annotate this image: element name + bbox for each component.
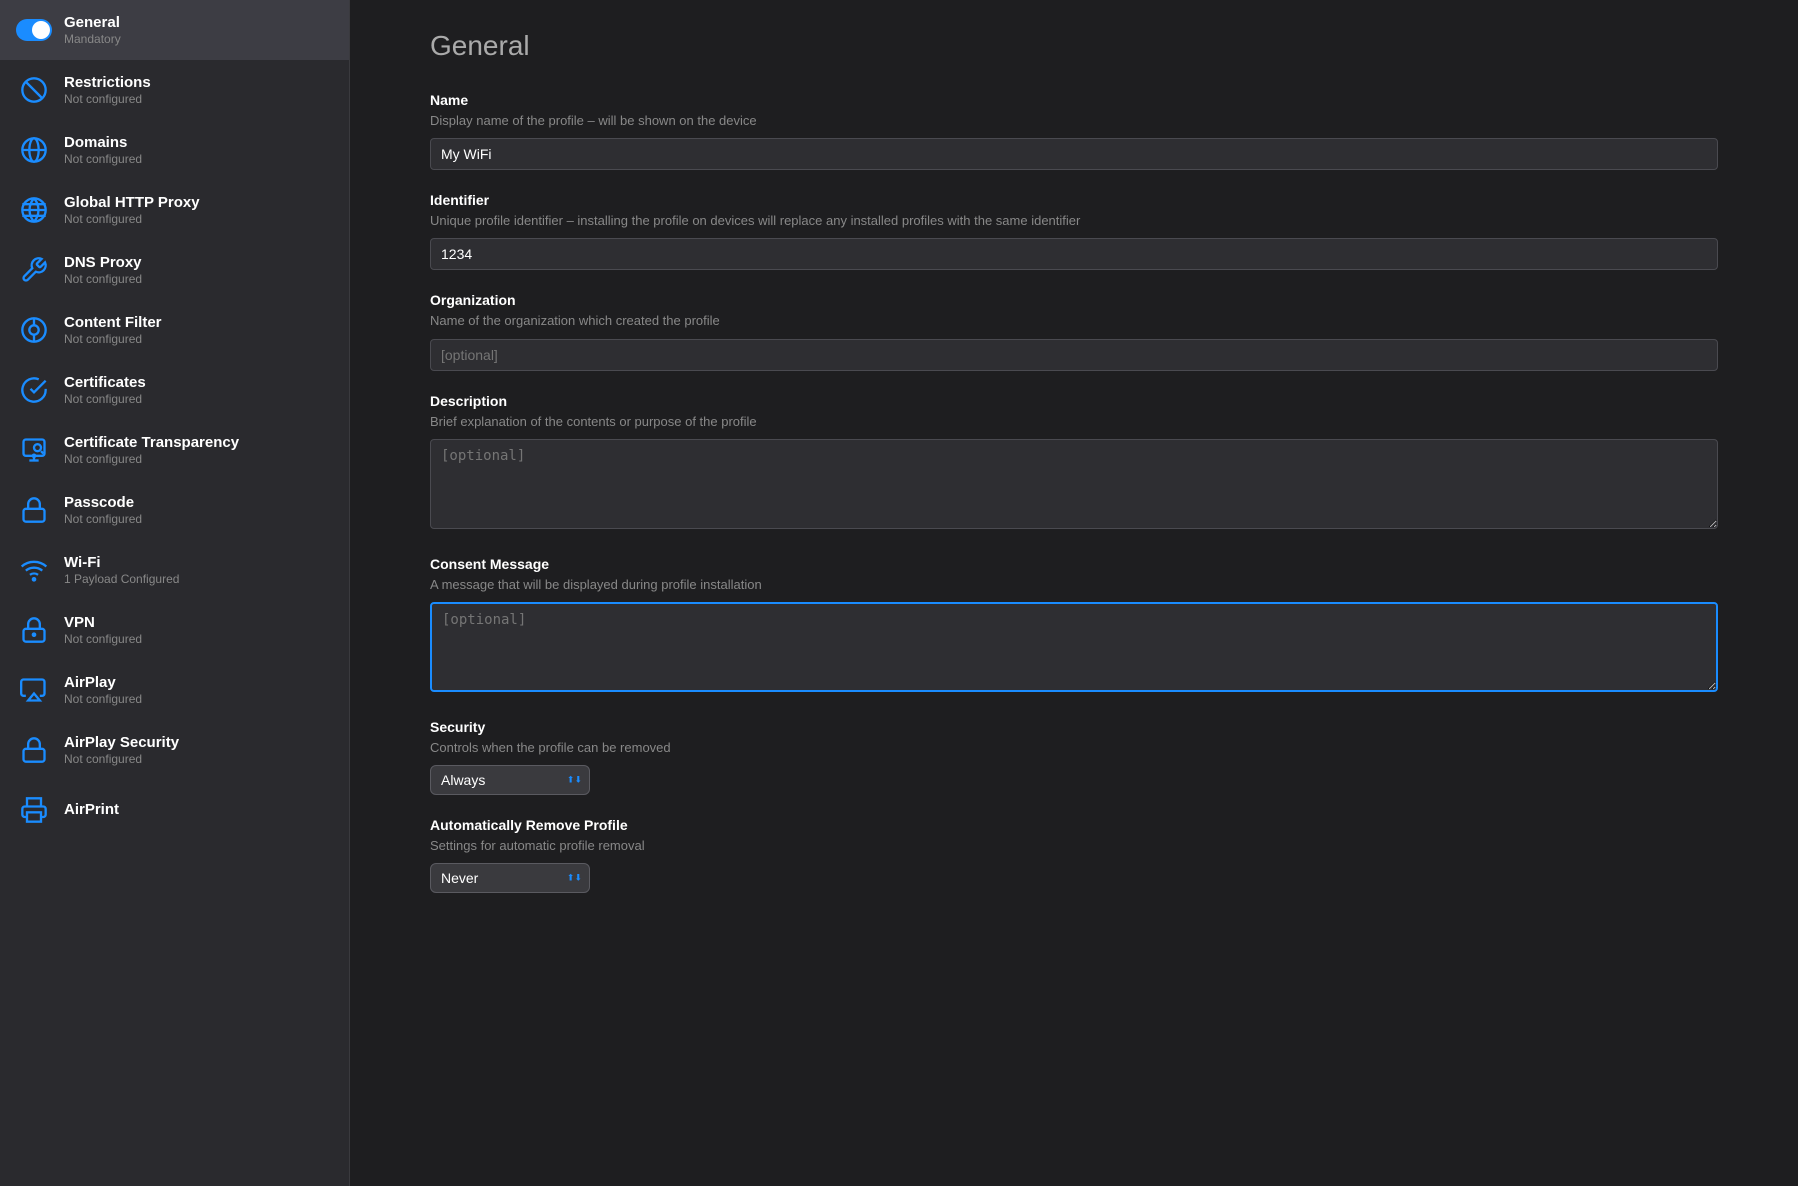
sidebar-item-vpn-title: VPN	[64, 614, 142, 631]
sidebar-item-restrictions[interactable]: Restrictions Not configured	[0, 60, 349, 120]
sidebar-item-airplay-security-title: AirPlay Security	[64, 734, 179, 751]
organization-input[interactable]	[430, 339, 1718, 371]
airplay-security-icon	[16, 732, 52, 768]
sidebar-item-domains[interactable]: Domains Not configured	[0, 120, 349, 180]
main-content: General Name Display name of the profile…	[350, 0, 1798, 1186]
consent-message-label: Consent Message	[430, 556, 1718, 572]
sidebar-item-global-http-proxy-title: Global HTTP Proxy	[64, 194, 200, 211]
sidebar-item-global-http-proxy-subtitle: Not configured	[64, 212, 200, 226]
identifier-input[interactable]	[430, 238, 1718, 270]
sidebar: General Mandatory Restrictions Not confi…	[0, 0, 350, 1186]
sidebar-item-vpn-subtitle: Not configured	[64, 632, 142, 646]
sidebar-item-cert-transparency-title: Certificate Transparency	[64, 434, 239, 451]
auto-remove-description: Settings for automatic profile removal	[430, 837, 1718, 855]
sidebar-item-content-filter-title: Content Filter	[64, 314, 162, 331]
sidebar-item-domains-title: Domains	[64, 134, 142, 151]
sidebar-item-airprint-title: AirPrint	[64, 801, 119, 818]
sidebar-item-general[interactable]: General Mandatory	[0, 0, 349, 60]
name-section: Name Display name of the profile – will …	[430, 92, 1718, 170]
name-input[interactable]	[430, 138, 1718, 170]
sidebar-item-wifi-title: Wi-Fi	[64, 554, 179, 571]
sidebar-item-content-filter-subtitle: Not configured	[64, 332, 162, 346]
sidebar-item-passcode-subtitle: Not configured	[64, 512, 142, 526]
passcode-icon	[16, 492, 52, 528]
organization-description: Name of the organization which created t…	[430, 312, 1718, 330]
sidebar-item-airplay-security[interactable]: AirPlay Security Not configured	[0, 720, 349, 780]
airprint-icon	[16, 792, 52, 828]
identifier-section: Identifier Unique profile identifier – i…	[430, 192, 1718, 270]
sidebar-item-vpn[interactable]: VPN Not configured	[0, 600, 349, 660]
airplay-icon	[16, 672, 52, 708]
sidebar-item-dns-proxy[interactable]: DNS Proxy Not configured	[0, 240, 349, 300]
security-select[interactable]: Always With Authorization Never	[430, 765, 590, 795]
sidebar-item-global-http-proxy[interactable]: Global HTTP Proxy Not configured	[0, 180, 349, 240]
sidebar-item-cert-transparency-subtitle: Not configured	[64, 452, 239, 466]
security-label: Security	[430, 719, 1718, 735]
domains-icon	[16, 132, 52, 168]
sidebar-item-restrictions-subtitle: Not configured	[64, 92, 151, 106]
description-label: Description	[430, 393, 1718, 409]
consent-message-input[interactable]	[430, 602, 1718, 692]
description-section: Description Brief explanation of the con…	[430, 393, 1718, 534]
organization-section: Organization Name of the organization wh…	[430, 292, 1718, 370]
sidebar-item-certificates-title: Certificates	[64, 374, 146, 391]
sidebar-item-dns-proxy-subtitle: Not configured	[64, 272, 142, 286]
security-select-wrapper: Always With Authorization Never	[430, 765, 590, 795]
certificates-icon	[16, 372, 52, 408]
identifier-description: Unique profile identifier – installing t…	[430, 212, 1718, 230]
security-description: Controls when the profile can be removed	[430, 739, 1718, 757]
toggle-icon	[16, 12, 52, 48]
sidebar-item-wifi-subtitle: 1 Payload Configured	[64, 572, 179, 586]
sidebar-item-certificates[interactable]: Certificates Not configured	[0, 360, 349, 420]
sidebar-item-certificates-subtitle: Not configured	[64, 392, 146, 406]
sidebar-item-domains-subtitle: Not configured	[64, 152, 142, 166]
dns-proxy-icon	[16, 252, 52, 288]
auto-remove-label: Automatically Remove Profile	[430, 817, 1718, 833]
sidebar-item-airplay-security-subtitle: Not configured	[64, 752, 179, 766]
auto-remove-select-wrapper: Never On Date After Interval	[430, 863, 590, 893]
sidebar-item-content-filter[interactable]: Content Filter Not configured	[0, 300, 349, 360]
organization-label: Organization	[430, 292, 1718, 308]
page-title: General	[430, 30, 1718, 62]
sidebar-item-wifi[interactable]: Wi-Fi 1 Payload Configured	[0, 540, 349, 600]
sidebar-item-passcode[interactable]: Passcode Not configured	[0, 480, 349, 540]
sidebar-item-certificate-transparency[interactable]: Certificate Transparency Not configured	[0, 420, 349, 480]
auto-remove-section: Automatically Remove Profile Settings fo…	[430, 817, 1718, 893]
content-filter-icon	[16, 312, 52, 348]
vpn-icon	[16, 612, 52, 648]
security-section: Security Controls when the profile can b…	[430, 719, 1718, 795]
name-label: Name	[430, 92, 1718, 108]
sidebar-item-airplay-title: AirPlay	[64, 674, 142, 691]
sidebar-item-passcode-title: Passcode	[64, 494, 142, 511]
sidebar-item-airplay-subtitle: Not configured	[64, 692, 142, 706]
certificate-transparency-icon	[16, 432, 52, 468]
auto-remove-select[interactable]: Never On Date After Interval	[430, 863, 590, 893]
sidebar-item-restrictions-title: Restrictions	[64, 74, 151, 91]
restrictions-icon	[16, 72, 52, 108]
description-description: Brief explanation of the contents or pur…	[430, 413, 1718, 431]
consent-message-section: Consent Message A message that will be d…	[430, 556, 1718, 697]
name-description: Display name of the profile – will be sh…	[430, 112, 1718, 130]
sidebar-item-airprint[interactable]: AirPrint	[0, 780, 349, 840]
description-input[interactable]	[430, 439, 1718, 529]
consent-message-description: A message that will be displayed during …	[430, 576, 1718, 594]
sidebar-item-general-title: General	[64, 14, 121, 31]
identifier-label: Identifier	[430, 192, 1718, 208]
wifi-icon	[16, 552, 52, 588]
global-http-proxy-icon	[16, 192, 52, 228]
sidebar-item-general-subtitle: Mandatory	[64, 32, 121, 46]
sidebar-item-dns-proxy-title: DNS Proxy	[64, 254, 142, 271]
sidebar-item-airplay[interactable]: AirPlay Not configured	[0, 660, 349, 720]
